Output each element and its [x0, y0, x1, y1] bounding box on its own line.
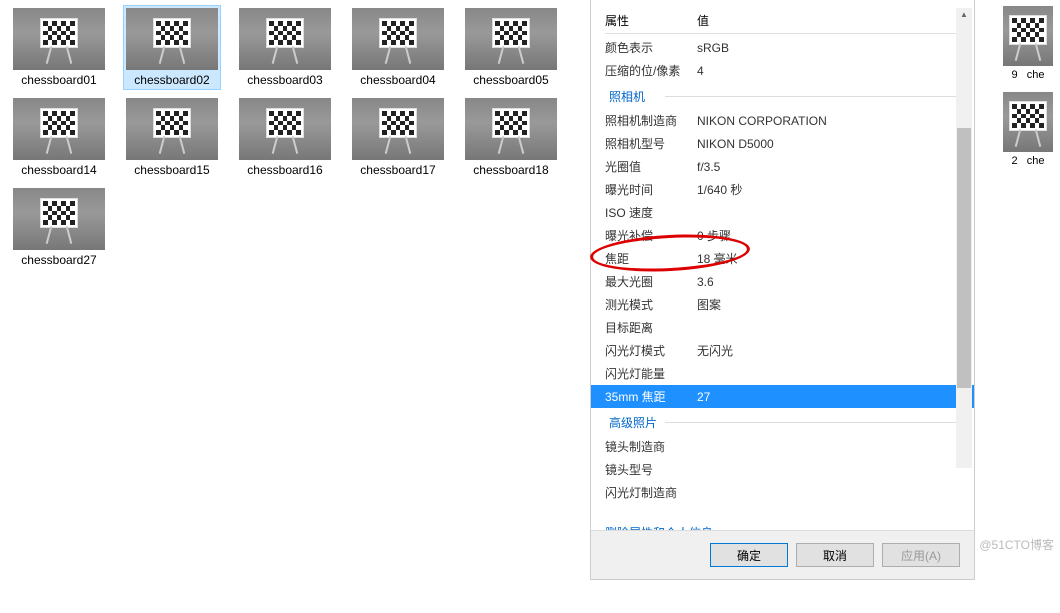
thumbnail	[239, 8, 331, 70]
property-row[interactable]: 曝光时间1/640 秒	[605, 178, 960, 201]
file-item[interactable]: chessboard04	[349, 5, 447, 90]
scroll-up-icon[interactable]: ▲	[956, 8, 972, 20]
column-property: 属性	[605, 12, 697, 29]
scroll-thumb[interactable]	[957, 128, 971, 388]
file-label: chessboard05	[473, 73, 548, 87]
file-label: 9 che	[1011, 69, 1044, 81]
file-item[interactable]: chessboard02	[123, 5, 221, 90]
property-row[interactable]: 闪光灯能量	[605, 362, 960, 385]
property-row-focal-length[interactable]: 焦距18 毫米	[605, 247, 960, 270]
thumbnail	[352, 98, 444, 160]
property-row[interactable]: ISO 速度	[605, 201, 960, 224]
property-row[interactable]: 闪光灯制造商	[605, 481, 960, 504]
property-row[interactable]: 目标距离	[605, 316, 960, 339]
file-item[interactable]: chessboard15	[123, 95, 221, 180]
thumbnail	[465, 8, 557, 70]
thumbnail	[126, 8, 218, 70]
remove-properties-link[interactable]: 删除属性和个人信息	[605, 524, 713, 530]
file-label: chessboard27	[21, 253, 96, 267]
file-label: chessboard01	[21, 73, 96, 87]
file-item[interactable]: chessboard27	[10, 185, 108, 270]
property-row[interactable]: 测光模式图案	[605, 293, 960, 316]
property-row-35mm-focal[interactable]: 35mm 焦距27	[591, 385, 974, 408]
group-camera: 照相机	[605, 82, 960, 109]
property-row[interactable]: 镜头制造商	[605, 435, 960, 458]
file-item[interactable]: chessboard16	[236, 95, 334, 180]
property-label: 压缩的位/像素	[605, 62, 697, 79]
property-label: 颜色表示	[605, 39, 697, 56]
thumbnail	[13, 98, 105, 160]
thumbnail	[13, 188, 105, 250]
file-label: chessboard16	[247, 163, 322, 177]
file-label: 2 che	[1011, 155, 1044, 167]
property-value: 4	[697, 64, 960, 78]
file-label: chessboard15	[134, 163, 209, 177]
property-row[interactable]: 照相机制造商NIKON CORPORATION	[605, 109, 960, 132]
property-row[interactable]: 照相机型号NIKON D5000	[605, 132, 960, 155]
thumbnail	[1003, 6, 1053, 66]
file-item[interactable]: chessboard01	[10, 5, 108, 90]
property-row[interactable]: 闪光灯模式无闪光	[605, 339, 960, 362]
properties-dialog: 属性 值 颜色表示 sRGB 压缩的位/像素 4 照相机 照相机制造商NIKON…	[590, 0, 975, 580]
group-advanced-photo: 高级照片	[605, 408, 960, 435]
file-label: chessboard04	[360, 73, 435, 87]
file-item[interactable]: 9 che	[1000, 3, 1056, 84]
ok-button[interactable]: 确定	[710, 543, 788, 567]
thumbnail	[1003, 92, 1053, 152]
property-row[interactable]: 光圈值f/3.5	[605, 155, 960, 178]
property-row[interactable]: 镜头型号	[605, 458, 960, 481]
thumbnail	[465, 98, 557, 160]
property-value: sRGB	[697, 41, 960, 55]
property-row[interactable]: 曝光补偿0 步骤	[605, 224, 960, 247]
column-value: 值	[697, 12, 960, 29]
file-label: chessboard17	[360, 163, 435, 177]
thumbnail	[126, 98, 218, 160]
thumbnail	[13, 8, 105, 70]
right-file-strip: 9 che 2 che	[1000, 0, 1060, 170]
property-row[interactable]: 最大光圈3.6	[605, 270, 960, 293]
apply-button[interactable]: 应用(A)	[882, 543, 960, 567]
file-label: chessboard14	[21, 163, 96, 177]
file-label: chessboard02	[134, 73, 209, 87]
file-label: chessboard03	[247, 73, 322, 87]
file-item[interactable]: chessboard05	[462, 5, 560, 90]
file-item[interactable]: chessboard17	[349, 95, 447, 180]
file-item[interactable]: chessboard14	[10, 95, 108, 180]
properties-list: 颜色表示 sRGB 压缩的位/像素 4 照相机 照相机制造商NIKON CORP…	[605, 36, 960, 504]
file-grid: chessboard01 chessboard02 chessboard03 c…	[0, 0, 580, 613]
dialog-button-bar: 确定 取消 应用(A)	[591, 530, 974, 579]
file-label: chessboard18	[473, 163, 548, 177]
file-item[interactable]: chessboard18	[462, 95, 560, 180]
file-item[interactable]: chessboard03	[236, 5, 334, 90]
property-row[interactable]: 颜色表示 sRGB	[605, 36, 960, 59]
file-item[interactable]: 2 che	[1000, 89, 1056, 170]
thumbnail	[352, 8, 444, 70]
thumbnail	[239, 98, 331, 160]
property-row[interactable]: 压缩的位/像素 4	[605, 59, 960, 82]
scrollbar-vertical[interactable]: ▲	[956, 8, 972, 468]
properties-header: 属性 值	[605, 8, 960, 34]
cancel-button[interactable]: 取消	[796, 543, 874, 567]
